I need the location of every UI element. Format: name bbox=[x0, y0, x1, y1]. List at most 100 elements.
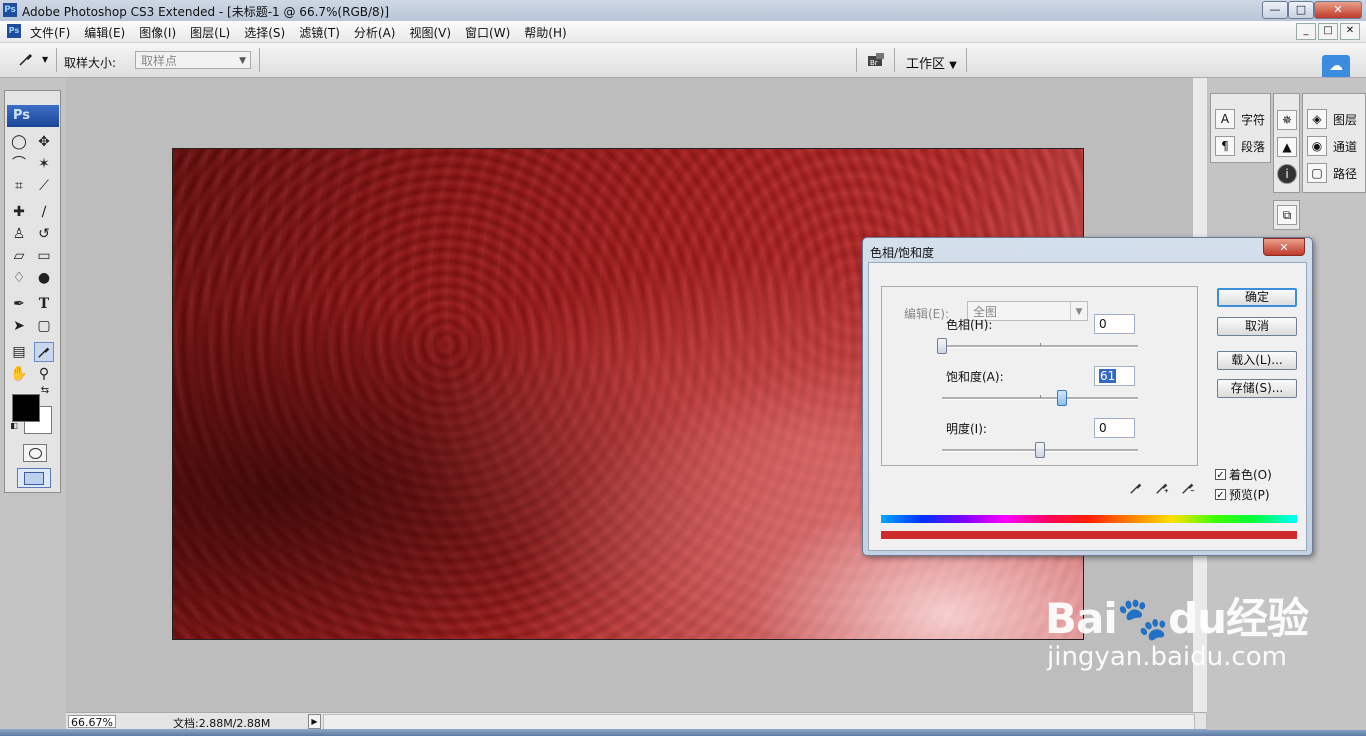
doc-restore-button[interactable]: □ bbox=[1318, 23, 1338, 40]
move-tool-icon[interactable]: ✥ bbox=[34, 132, 54, 152]
menu-view[interactable]: 视图(V) bbox=[409, 24, 451, 41]
panel-character[interactable]: A 字符 bbox=[1215, 109, 1265, 129]
title-bar: Ps Adobe Photoshop CS3 Extended - [未标题-1… bbox=[0, 0, 1366, 22]
maximize-button[interactable]: □ bbox=[1288, 1, 1314, 19]
workspace-menu[interactable]: 工作区 ▼ bbox=[906, 53, 957, 72]
menu-filter[interactable]: 滤镜(T) bbox=[299, 24, 340, 41]
type-tool-icon[interactable]: T bbox=[34, 294, 54, 314]
baidu-cloud-icon[interactable]: ☁ bbox=[1322, 55, 1350, 77]
zoom-field[interactable]: 66.67% bbox=[68, 715, 116, 729]
crop-icon[interactable]: ⌗ bbox=[9, 176, 29, 196]
lightness-input[interactable]: 0 bbox=[1094, 418, 1135, 438]
saturation-slider-tick bbox=[1040, 395, 1041, 398]
panel-layers-label: 图层 bbox=[1333, 112, 1358, 127]
save-button[interactable]: 存储(S)... bbox=[1217, 379, 1297, 398]
result-hue-bar bbox=[881, 531, 1297, 539]
panel-channels[interactable]: ◉ 通道 bbox=[1307, 136, 1357, 156]
tool-preset-arrow-icon[interactable]: ▼ bbox=[42, 55, 48, 64]
separator bbox=[966, 48, 967, 72]
saturation-input[interactable]: 61 bbox=[1094, 366, 1135, 386]
bridge-icon[interactable]: Br bbox=[866, 51, 886, 69]
clone-stamp-icon[interactable]: ♙ bbox=[9, 224, 29, 244]
sample-size-select[interactable]: 取样点 ▼ bbox=[135, 51, 251, 69]
slice-icon[interactable]: ⟋ bbox=[34, 176, 54, 196]
navigator-icon[interactable]: ✵ bbox=[1277, 110, 1297, 130]
eyedropper-icon[interactable] bbox=[18, 51, 34, 71]
default-colors-icon[interactable]: ◧ bbox=[9, 421, 19, 431]
swap-colors-icon[interactable]: ⇆ bbox=[38, 384, 52, 398]
saturation-slider-thumb[interactable] bbox=[1056, 390, 1067, 406]
photoshop-logo[interactable]: Ps bbox=[7, 105, 59, 127]
foreground-color-swatch-top[interactable] bbox=[12, 394, 40, 422]
status-menu-arrow-icon[interactable]: ▶ bbox=[308, 714, 321, 729]
doc-close-button[interactable]: ✕ bbox=[1340, 23, 1360, 40]
menu-image[interactable]: 图像(I) bbox=[139, 24, 176, 41]
healing-brush-icon[interactable]: ✚ bbox=[9, 202, 29, 222]
brush-icon[interactable]: ∕ bbox=[34, 202, 54, 222]
menu-select[interactable]: 选择(S) bbox=[244, 24, 285, 41]
blur-icon[interactable]: ♢ bbox=[9, 268, 29, 288]
dialog-body: 编辑(E): 全图 ▼ 色相(H): 0 饱和度(A): 61 明度(I): 0… bbox=[868, 262, 1307, 551]
panel-paths[interactable]: ▢ 路径 bbox=[1307, 163, 1357, 183]
adjustment-group: 编辑(E): 全图 ▼ 色相(H): 0 饱和度(A): 61 明度(I): 0 bbox=[881, 286, 1198, 466]
input-hue-bar bbox=[881, 515, 1297, 523]
menu-edit[interactable]: 编辑(E) bbox=[84, 24, 125, 41]
close-button[interactable]: ✕ bbox=[1314, 1, 1362, 19]
history-brush-icon[interactable]: ↺ bbox=[34, 224, 54, 244]
menu-help[interactable]: 帮助(H) bbox=[524, 24, 566, 41]
eyedropper-plus-icon[interactable] bbox=[1153, 481, 1171, 499]
hue-slider-tick bbox=[1040, 343, 1041, 346]
eyedropper-minus-icon[interactable] bbox=[1179, 481, 1197, 499]
gradient-icon[interactable]: ▭ bbox=[34, 246, 54, 266]
hue-input[interactable]: 0 bbox=[1094, 314, 1135, 334]
watermark-brand-cn: 经验 bbox=[1226, 594, 1309, 643]
zoom-icon[interactable]: ⚲ bbox=[34, 364, 54, 384]
separator bbox=[259, 48, 260, 72]
lightness-slider-thumb[interactable] bbox=[1035, 442, 1045, 458]
notes-icon[interactable]: ▤ bbox=[9, 342, 29, 362]
history-icon[interactable]: ⧉ bbox=[1277, 205, 1297, 225]
eyedropper-icon[interactable] bbox=[1127, 481, 1145, 499]
document-icon[interactable]: Ps bbox=[7, 24, 21, 38]
paths-icon: ▢ bbox=[1307, 163, 1327, 183]
path-selection-icon[interactable]: ➤ bbox=[9, 316, 29, 336]
menu-file[interactable]: 文件(F) bbox=[30, 24, 70, 41]
screen-mode-button[interactable] bbox=[17, 468, 51, 488]
minimize-button[interactable]: — bbox=[1262, 1, 1288, 19]
watermark-url: jingyan.baidu.com bbox=[1047, 642, 1287, 672]
cancel-button[interactable]: 取消 bbox=[1217, 317, 1297, 336]
menu-analysis[interactable]: 分析(A) bbox=[354, 24, 396, 41]
hand-icon[interactable]: ✋ bbox=[9, 364, 29, 384]
horizontal-scrollbar[interactable] bbox=[323, 714, 1195, 730]
dialog-close-button[interactable]: ✕ bbox=[1263, 238, 1305, 256]
info-icon[interactable]: i bbox=[1277, 164, 1297, 184]
histogram-icon[interactable]: ▲ bbox=[1277, 137, 1297, 157]
eraser-icon[interactable]: ▱ bbox=[9, 246, 29, 266]
magic-wand-icon[interactable]: ✶ bbox=[34, 154, 54, 174]
doc-minimize-button[interactable]: _ bbox=[1296, 23, 1316, 40]
pen-icon[interactable]: ✒ bbox=[9, 294, 29, 314]
rectangle-shape-icon[interactable]: ▢ bbox=[34, 316, 54, 336]
chevron-down-icon: ▼ bbox=[1070, 302, 1087, 320]
quick-mask-button[interactable] bbox=[23, 444, 47, 462]
panel-paragraph[interactable]: ¶ 段落 bbox=[1215, 136, 1265, 156]
chevron-down-icon: ▼ bbox=[239, 56, 246, 66]
elliptical-marquee-icon[interactable]: ◯ bbox=[9, 132, 29, 152]
menu-layer[interactable]: 图层(L) bbox=[190, 24, 230, 41]
preview-checkbox[interactable]: ✓ 预览(P) bbox=[1215, 486, 1270, 503]
character-paragraph-panel: A 字符 ¶ 段落 bbox=[1210, 93, 1271, 163]
document-window-controls: _ □ ✕ bbox=[1296, 23, 1360, 40]
dodge-icon[interactable]: ● bbox=[34, 268, 54, 288]
ok-button[interactable]: 确定 bbox=[1217, 288, 1297, 307]
colorize-checkbox[interactable]: ✓ 着色(O) bbox=[1215, 466, 1272, 483]
chevron-down-icon: ▼ bbox=[949, 60, 957, 71]
menu-window[interactable]: 窗口(W) bbox=[465, 24, 510, 41]
panel-layers[interactable]: ◈ 图层 bbox=[1307, 109, 1357, 129]
load-button[interactable]: 载入(L)... bbox=[1217, 351, 1297, 370]
hue-slider-thumb[interactable] bbox=[937, 338, 947, 354]
lasso-icon[interactable]: ⌒ bbox=[9, 154, 29, 174]
sample-size-value: 取样点 bbox=[141, 54, 178, 68]
baidu-jingyan-watermark: Bai🐾du经验 jingyan.baidu.com bbox=[1045, 585, 1309, 672]
colorize-check-box: ✓ bbox=[1215, 469, 1226, 481]
eyedropper-tool-icon[interactable] bbox=[34, 342, 54, 362]
